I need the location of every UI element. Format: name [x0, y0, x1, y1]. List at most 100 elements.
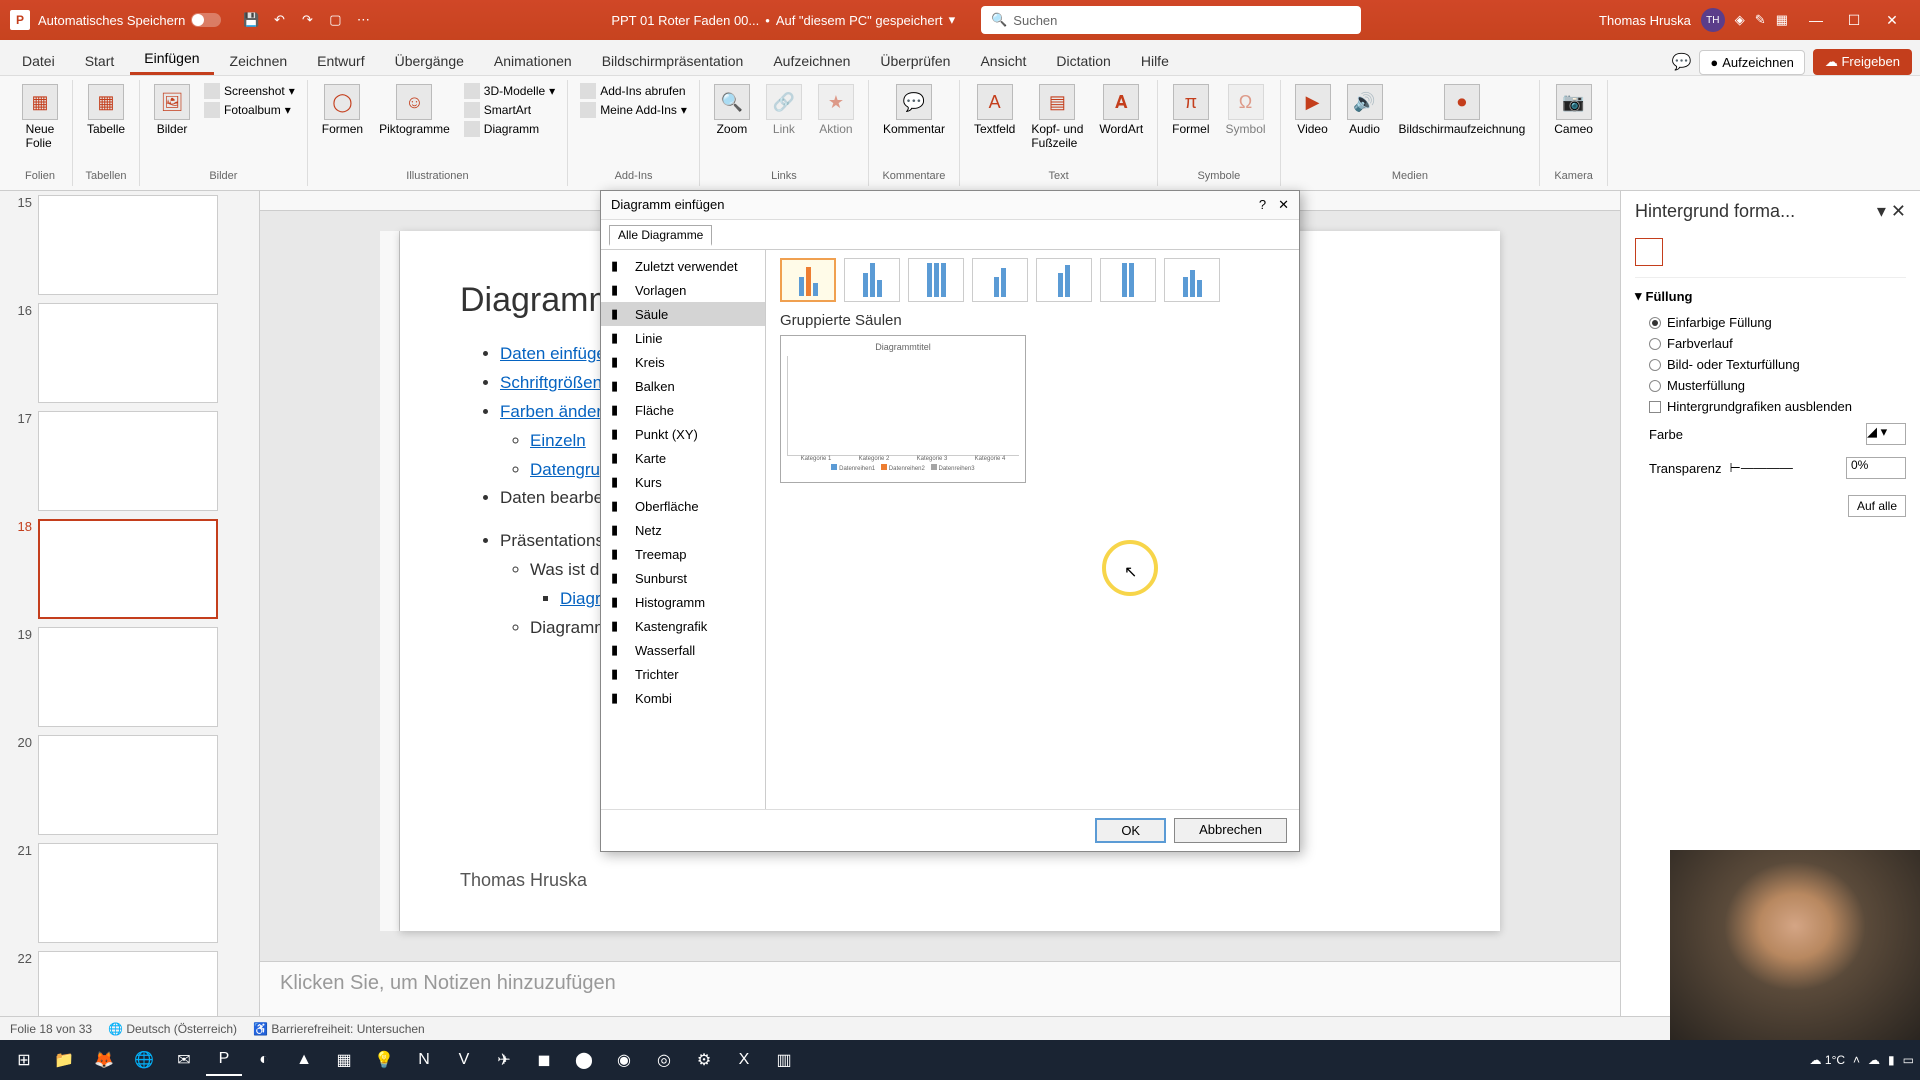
- tab-animationen[interactable]: Animationen: [480, 47, 586, 75]
- wordart-button[interactable]: 𝐀WordArt: [1093, 82, 1149, 138]
- tray-cloud-icon[interactable]: ☁: [1868, 1053, 1880, 1067]
- obs-icon[interactable]: ⬤: [566, 1044, 602, 1076]
- chart-category-item[interactable]: ▮Vorlagen: [601, 278, 765, 302]
- vlc-icon[interactable]: ▲: [286, 1044, 322, 1076]
- task-app-icon[interactable]: 💡: [366, 1044, 402, 1076]
- chart-category-item[interactable]: ▮Karte: [601, 446, 765, 470]
- close-button[interactable]: ✕: [1874, 6, 1910, 34]
- task-app-icon[interactable]: ▥: [766, 1044, 802, 1076]
- zoom-button[interactable]: 🔍Zoom: [708, 82, 756, 138]
- chart-category-item[interactable]: ▮Histogramm: [601, 590, 765, 614]
- cancel-button[interactable]: Abbrechen: [1174, 818, 1287, 843]
- slide-thumbnails-panel[interactable]: 15 16 17 18 19 20 21 22 23 24: [0, 191, 260, 1016]
- toggle-icon[interactable]: [191, 13, 221, 27]
- thumbnail-15[interactable]: [38, 195, 218, 295]
- onenote-icon[interactable]: N: [406, 1044, 442, 1076]
- apply-all-button[interactable]: Auf alle: [1848, 495, 1906, 517]
- thumbnail-22[interactable]: [38, 951, 218, 1016]
- link-button[interactable]: 🔗Link: [760, 82, 808, 138]
- hide-bg-checkbox[interactable]: Hintergrundgrafiken ausblenden: [1635, 396, 1906, 417]
- slide-counter[interactable]: Folie 18 von 33: [10, 1022, 92, 1036]
- thumbnail-17[interactable]: [38, 411, 218, 511]
- equation-button[interactable]: πFormel: [1166, 82, 1215, 138]
- task-app-icon[interactable]: ▦: [326, 1044, 362, 1076]
- clustered-column-subtype[interactable]: [780, 258, 836, 302]
- tray-chevron-icon[interactable]: ˄: [1853, 1053, 1860, 1067]
- redo-icon[interactable]: ↷: [297, 10, 317, 30]
- record-button[interactable]: ● Aufzeichnen: [1699, 50, 1804, 75]
- tab-bildschirmpraesentation[interactable]: Bildschirmpräsentation: [588, 47, 758, 75]
- chart-category-item[interactable]: ▮Fläche: [601, 398, 765, 422]
- thumbnail-18[interactable]: [38, 519, 218, 619]
- task-app-icon[interactable]: ◎: [646, 1044, 682, 1076]
- chart-category-item[interactable]: ▮Kastengrafik: [601, 614, 765, 638]
- tab-uebergaenge[interactable]: Übergänge: [381, 47, 478, 75]
- header-footer-button[interactable]: ▤Kopf- und Fußzeile: [1025, 82, 1089, 152]
- percent-stacked-subtype[interactable]: [908, 258, 964, 302]
- save-icon[interactable]: 💾: [241, 10, 261, 30]
- undo-icon[interactable]: ↶: [269, 10, 289, 30]
- tab-aufzeichnen[interactable]: Aufzeichnen: [759, 47, 864, 75]
- all-charts-tab[interactable]: Alle Diagramme: [609, 225, 712, 246]
- user-name[interactable]: Thomas Hruska: [1599, 13, 1691, 28]
- chrome-icon[interactable]: 🌐: [126, 1044, 162, 1076]
- pen-icon[interactable]: ✎: [1755, 12, 1766, 28]
- task-app-icon[interactable]: V: [446, 1044, 482, 1076]
- chart-category-item[interactable]: ▮Kombi: [601, 686, 765, 710]
- chart-category-item[interactable]: ▮Netz: [601, 518, 765, 542]
- tab-ansicht[interactable]: Ansicht: [966, 47, 1040, 75]
- calendar-icon[interactable]: ▦: [1776, 12, 1788, 28]
- tray-app-icon[interactable]: ▭: [1903, 1053, 1914, 1067]
- fill-bucket-icon[interactable]: [1635, 238, 1663, 266]
- ok-button[interactable]: OK: [1095, 818, 1166, 843]
- tab-datei[interactable]: Datei: [8, 47, 69, 75]
- transparency-spinner[interactable]: 0%: [1846, 457, 1906, 479]
- audio-button[interactable]: 🔊Audio: [1341, 82, 1389, 138]
- photoalbum-button[interactable]: Fotoalbum ▾: [200, 101, 299, 119]
- chart-category-item[interactable]: ▮Linie: [601, 326, 765, 350]
- chart-category-item[interactable]: ▮Treemap: [601, 542, 765, 566]
- tab-entwurf[interactable]: Entwurf: [303, 47, 378, 75]
- comments-icon[interactable]: 💬: [1671, 52, 1691, 72]
- 3d-clustered-subtype[interactable]: [972, 258, 1028, 302]
- smartart-button[interactable]: SmartArt: [460, 101, 559, 119]
- chart-category-item[interactable]: ▮Sunburst: [601, 566, 765, 590]
- video-button[interactable]: ▶Video: [1289, 82, 1337, 138]
- task-app-icon[interactable]: ◉: [606, 1044, 642, 1076]
- tab-hilfe[interactable]: Hilfe: [1127, 47, 1183, 75]
- explorer-icon[interactable]: 📁: [46, 1044, 82, 1076]
- close-pane-icon[interactable]: ✕: [1891, 201, 1906, 221]
- autosave-toggle[interactable]: Automatisches Speichern: [38, 13, 221, 28]
- tab-zeichnen[interactable]: Zeichnen: [216, 47, 302, 75]
- more-icon[interactable]: ⋯: [353, 10, 373, 30]
- chart-category-item[interactable]: ▮Zuletzt verwendet: [601, 254, 765, 278]
- tray-battery-icon[interactable]: ▮: [1888, 1053, 1895, 1067]
- maximize-button[interactable]: ☐: [1836, 6, 1872, 34]
- gradient-fill-radio[interactable]: Farbverlauf: [1635, 333, 1906, 354]
- icons-button[interactable]: ☺Piktogramme: [373, 82, 456, 138]
- collapse-icon[interactable]: ▾: [1877, 201, 1886, 221]
- telegram-icon[interactable]: ✈: [486, 1044, 522, 1076]
- chart-category-item[interactable]: ▮Trichter: [601, 662, 765, 686]
- screenrec-button[interactable]: ⏺Bildschirmaufzeichnung: [1393, 82, 1532, 138]
- action-button[interactable]: ★Aktion: [812, 82, 860, 138]
- start-button[interactable]: ⊞: [6, 1044, 42, 1076]
- 3dmodels-button[interactable]: 3D-Modelle ▾: [460, 82, 559, 100]
- dialog-close-icon[interactable]: ✕: [1278, 197, 1289, 213]
- stacked-column-subtype[interactable]: [844, 258, 900, 302]
- tab-einfuegen[interactable]: Einfügen: [130, 44, 213, 75]
- screenshot-button[interactable]: Screenshot ▾: [200, 82, 299, 100]
- task-app-icon[interactable]: ◼: [526, 1044, 562, 1076]
- excel-icon[interactable]: X: [726, 1044, 762, 1076]
- picture-fill-radio[interactable]: Bild- oder Texturfüllung: [1635, 354, 1906, 375]
- new-slide-button[interactable]: ▦Neue Folie: [16, 82, 64, 152]
- table-button[interactable]: ▦Tabelle: [81, 82, 131, 138]
- pattern-fill-radio[interactable]: Musterfüllung: [1635, 375, 1906, 396]
- textbox-button[interactable]: ATextfeld: [968, 82, 1021, 138]
- language-indicator[interactable]: 🌐 Deutsch (Österreich): [108, 1022, 237, 1036]
- help-icon[interactable]: ?: [1259, 197, 1266, 213]
- comment-button[interactable]: 💬Kommentar: [877, 82, 951, 138]
- my-addins-button[interactable]: Meine Add-Ins ▾: [576, 101, 691, 119]
- diamond-icon[interactable]: ◈: [1735, 12, 1745, 28]
- user-avatar[interactable]: TH: [1701, 8, 1725, 32]
